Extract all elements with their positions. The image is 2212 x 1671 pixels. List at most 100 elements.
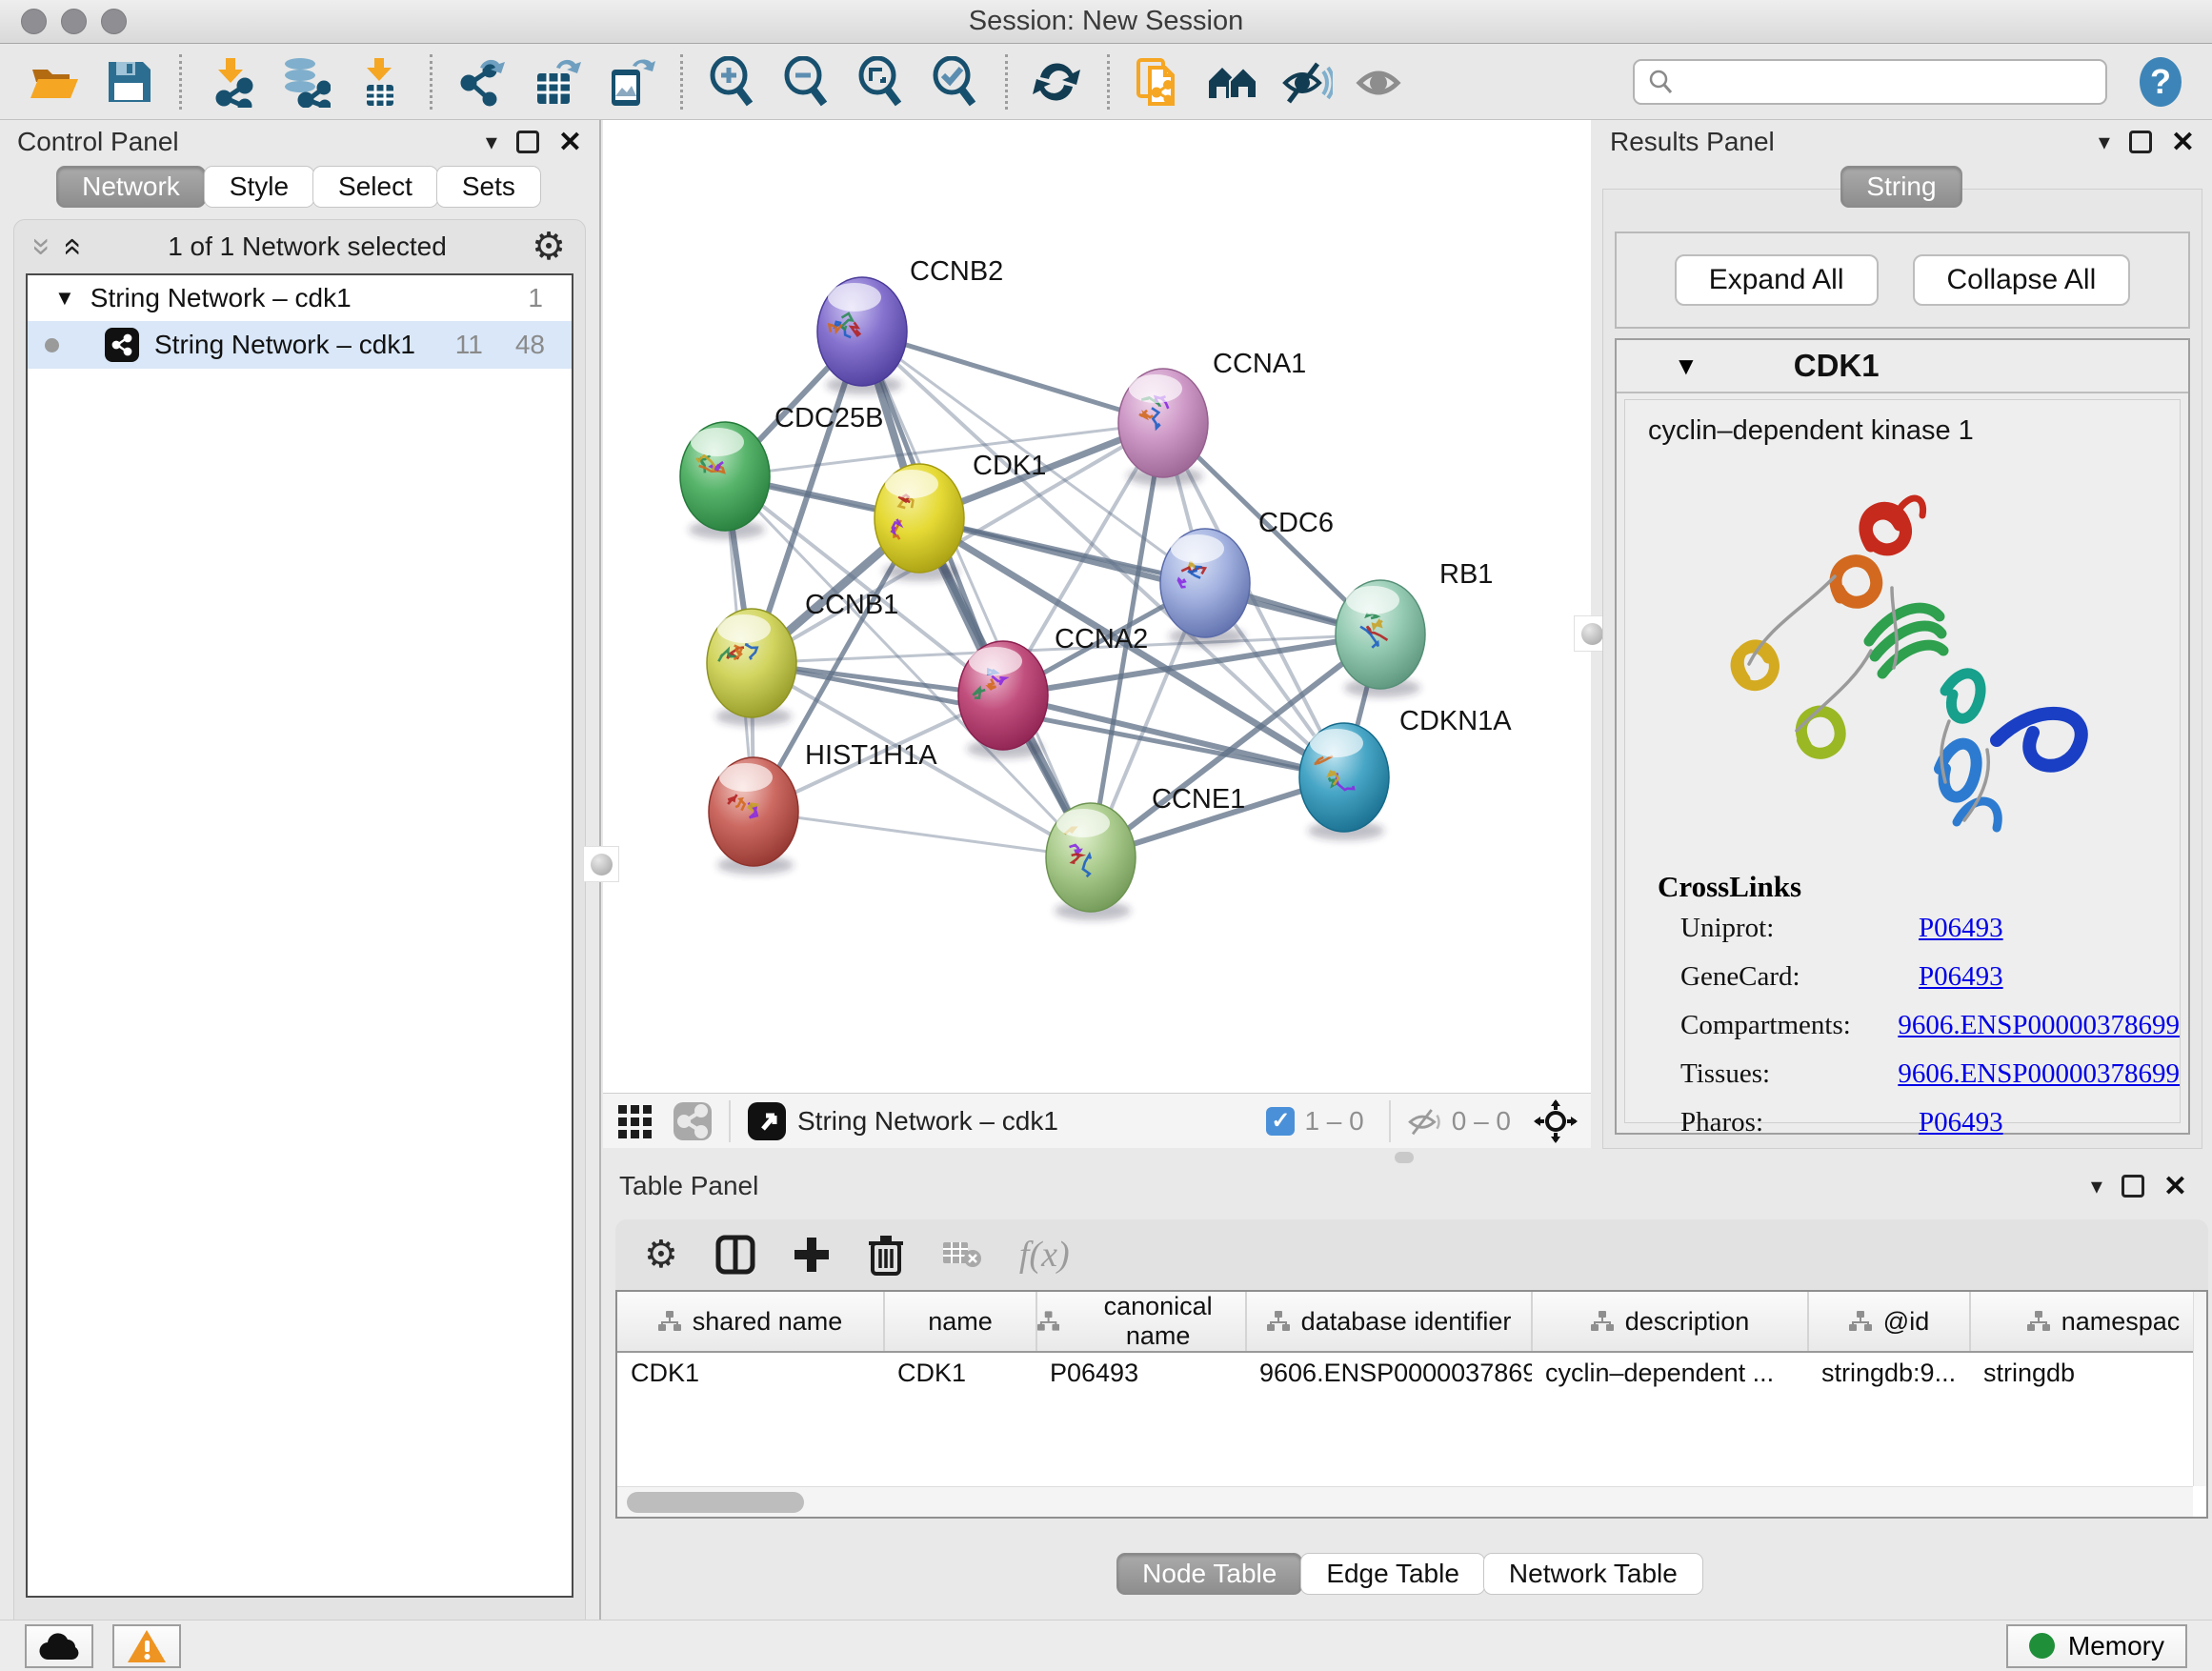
network-node-CCNA1[interactable]: CCNA1 bbox=[1118, 349, 1306, 486]
column-header-description[interactable]: description bbox=[1532, 1292, 1808, 1352]
zoom-selected-button[interactable] bbox=[925, 51, 984, 112]
horizontal-splitter-grip[interactable] bbox=[1395, 1152, 1414, 1163]
import-network-file-button[interactable] bbox=[201, 51, 260, 112]
network-row[interactable]: String Network – cdk1 11 48 bbox=[28, 321, 572, 369]
tab-edge-table[interactable]: Edge Table bbox=[1300, 1553, 1485, 1595]
close-panel-icon[interactable]: ✕ bbox=[2171, 126, 2195, 159]
tab-string[interactable]: String bbox=[1840, 166, 1961, 208]
network-collection-row[interactable]: ▼ String Network – cdk1 1 bbox=[28, 275, 572, 321]
cloud-status-button[interactable] bbox=[25, 1624, 93, 1668]
maximize-panel-icon[interactable] bbox=[2129, 131, 2152, 153]
search-box bbox=[1633, 59, 2107, 105]
expand-all-networks-icon[interactable]: « bbox=[57, 238, 90, 256]
warnings-button[interactable] bbox=[112, 1624, 181, 1668]
save-session-button[interactable] bbox=[99, 51, 158, 112]
table-row[interactable]: CDK1CDK1P064939606.ENSP00000378699cyclin… bbox=[617, 1352, 2208, 1394]
delete-column-button[interactable] bbox=[867, 1234, 905, 1276]
function-builder-button[interactable]: f(x) bbox=[1019, 1234, 1070, 1276]
hidden-count-badge: 0 – 0 bbox=[1452, 1106, 1511, 1137]
first-neighbors-button[interactable] bbox=[1203, 51, 1262, 112]
crosslink-link[interactable]: P06493 bbox=[1919, 913, 2003, 944]
scrollbar-thumb[interactable] bbox=[627, 1492, 804, 1513]
network-node-RB1[interactable]: RB1 bbox=[1336, 559, 1493, 697]
table-tabs: Node TableEdge TableNetwork Table bbox=[610, 1553, 2212, 1595]
refresh-style-button[interactable] bbox=[1027, 51, 1086, 112]
string-view-icon[interactable] bbox=[672, 1100, 714, 1142]
close-panel-icon[interactable]: ✕ bbox=[2163, 1170, 2187, 1203]
create-column-button[interactable] bbox=[793, 1236, 831, 1274]
hide-selected-button[interactable] bbox=[1277, 51, 1337, 112]
selected-checkbox[interactable]: ✓ bbox=[1266, 1107, 1295, 1136]
clone-network-button[interactable] bbox=[1129, 51, 1188, 112]
crosslink-link[interactable]: 9606.ENSP00000378699 bbox=[1898, 1058, 2180, 1090]
zoom-in-button[interactable] bbox=[702, 51, 761, 112]
export-table-button[interactable] bbox=[526, 51, 585, 112]
float-panel-icon[interactable]: ▾ bbox=[2091, 1173, 2102, 1200]
tab-network[interactable]: Network bbox=[56, 166, 206, 208]
birdseye-crosshair-icon[interactable] bbox=[1534, 1099, 1578, 1143]
tab-network-table[interactable]: Network Table bbox=[1483, 1553, 1703, 1595]
network-node-HIST1H1A[interactable]: HIST1H1A bbox=[709, 740, 937, 875]
network-node-CDC6[interactable]: CDC6 bbox=[1160, 508, 1334, 646]
crosslink-link[interactable]: P06493 bbox=[1919, 1107, 2003, 1138]
export-table-icon bbox=[530, 56, 581, 108]
column-header-namespac[interactable]: namespac bbox=[1970, 1292, 2208, 1352]
tab-style[interactable]: Style bbox=[204, 166, 314, 208]
node-count: 11 bbox=[455, 330, 483, 360]
collapse-entry-icon[interactable]: ▼ bbox=[1674, 352, 1699, 381]
entry-gene-name: CDK1 bbox=[1794, 348, 1880, 384]
zoom-fit-button[interactable] bbox=[851, 51, 910, 112]
network-view-title: String Network – cdk1 bbox=[797, 1106, 1058, 1137]
grid-view-icon[interactable] bbox=[616, 1101, 656, 1141]
column-header-database-identifier[interactable]: database identifier bbox=[1246, 1292, 1532, 1352]
float-panel-icon[interactable]: ▾ bbox=[2099, 129, 2110, 156]
maximize-panel-icon[interactable] bbox=[516, 131, 539, 153]
results-panel: Results Panel ▾ ✕ String Expand All Coll… bbox=[1593, 120, 2212, 1164]
results-panel-title: Results Panel bbox=[1610, 127, 1775, 157]
open-session-button[interactable] bbox=[25, 51, 84, 112]
network-node-CCNE1[interactable]: CCNE1 bbox=[1046, 784, 1245, 920]
left-splitter-grip[interactable] bbox=[583, 846, 619, 882]
search-input[interactable] bbox=[1675, 68, 2075, 97]
collapse-all-networks-icon[interactable]: » bbox=[26, 238, 58, 256]
tab-node-table[interactable]: Node Table bbox=[1116, 1553, 1302, 1595]
zoom-in-icon bbox=[706, 56, 757, 108]
crosslink-link[interactable]: 9606.ENSP00000378699 bbox=[1898, 1010, 2180, 1041]
export-image-button[interactable] bbox=[600, 51, 659, 112]
export-network-button[interactable] bbox=[452, 51, 511, 112]
memory-status-dot bbox=[2029, 1633, 2055, 1659]
column-header-name[interactable]: name bbox=[884, 1292, 1036, 1352]
network-canvas[interactable]: CCNB2CCNA1CDC25BCDK1CDC6RB1CCNB1CCNA2CDK… bbox=[603, 120, 1591, 1093]
show-all-button[interactable] bbox=[1352, 51, 1411, 112]
network-node-CDK1[interactable]: CDK1 bbox=[875, 451, 1046, 581]
import-network-database-button[interactable] bbox=[275, 51, 334, 112]
tree-expander-icon[interactable]: ▼ bbox=[54, 286, 75, 311]
import-table-file-button[interactable] bbox=[350, 51, 409, 112]
tab-select[interactable]: Select bbox=[312, 166, 438, 208]
close-panel-icon[interactable]: ✕ bbox=[558, 126, 582, 159]
expand-all-button[interactable]: Expand All bbox=[1675, 254, 1879, 306]
float-panel-icon[interactable]: ▾ bbox=[486, 129, 497, 156]
column-header-canonical-name[interactable]: canonical name bbox=[1036, 1292, 1246, 1352]
detach-view-icon[interactable] bbox=[746, 1100, 788, 1142]
eye-icon bbox=[1356, 56, 1407, 108]
memory-button[interactable]: Memory bbox=[2006, 1624, 2187, 1668]
database-network-icon bbox=[279, 56, 331, 108]
tab-sets[interactable]: Sets bbox=[436, 166, 541, 208]
crosslink-label: Pharos: bbox=[1680, 1107, 1919, 1138]
column-header-shared-name[interactable]: shared name bbox=[617, 1292, 884, 1352]
network-options-gear-icon[interactable]: ⚙ bbox=[532, 228, 566, 266]
collapse-all-button[interactable]: Collapse All bbox=[1913, 254, 2131, 306]
zoom-out-button[interactable] bbox=[776, 51, 835, 112]
delete-table-button[interactable] bbox=[941, 1238, 983, 1271]
help-button[interactable]: ? bbox=[2134, 55, 2187, 109]
show-columns-button[interactable] bbox=[714, 1234, 756, 1276]
crosslink-link[interactable]: P06493 bbox=[1919, 961, 2003, 993]
table-options-button[interactable]: ⚙ bbox=[644, 1236, 678, 1274]
horizontal-scrollbar[interactable] bbox=[617, 1486, 2193, 1517]
column-header--id[interactable]: @id bbox=[1808, 1292, 1970, 1352]
export-image-icon bbox=[604, 56, 655, 108]
maximize-panel-icon[interactable] bbox=[2122, 1175, 2144, 1198]
vertical-scrollbar[interactable] bbox=[2193, 1292, 2206, 1486]
network-node-CDKN1A[interactable]: CDKN1A bbox=[1299, 706, 1512, 840]
